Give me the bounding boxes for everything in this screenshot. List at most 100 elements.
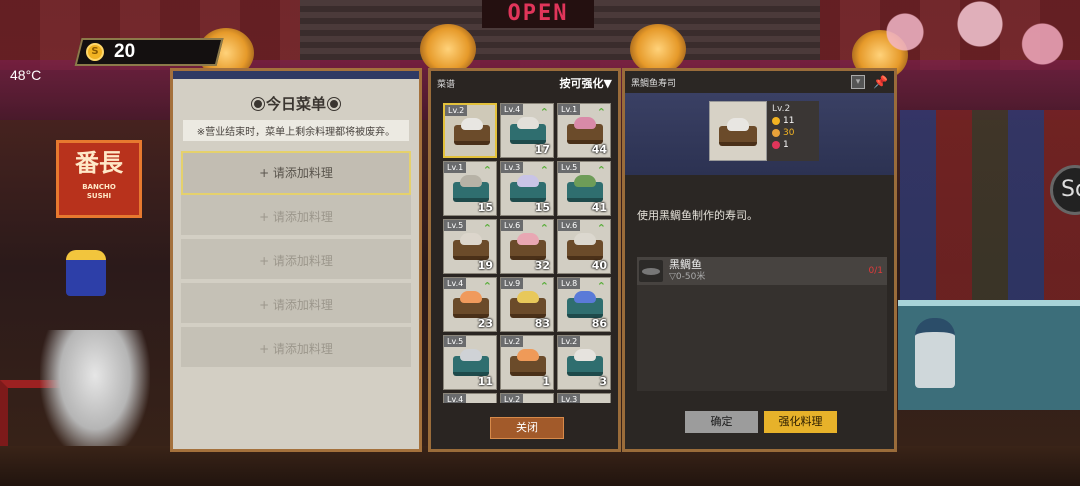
recipe-count: 1 [542,375,550,388]
recipe-card[interactable]: Lv.2 [500,393,554,403]
recipe-card[interactable]: Lv.2 3 [557,335,611,390]
stat-count: 1 [783,140,789,150]
recipe-card[interactable]: Lv.5 11 [443,335,497,390]
shop-signboard: 番長 BANCHO SUSHI [56,140,142,218]
recipe-card[interactable]: Lv.6 ⌃ 32 [500,219,554,274]
menu-slot-5[interactable]: + 请添加料理 [181,327,411,371]
recipe-level: Lv.6 [501,220,524,231]
recipe-panel: 菜谱 按可强化▼ Lv.2 Lv.4 ⌃ 17 Lv.1 ⌃ 44 Lv.1 ⌃ 15 Lv.3 ⌃ 1… [428,68,621,452]
chef-character [915,318,955,388]
recipe-header: 菜谱 按可强化▼ [431,71,618,95]
recipe-level: Lv.4 [444,394,467,403]
pin-icon[interactable]: 📌 [873,75,888,89]
sushi-icon [510,349,546,376]
menu-slot-3[interactable]: + 请添加料理 [181,239,411,283]
stat-taste: 30 [783,128,795,138]
recipe-card[interactable]: Lv.2 1 [500,335,554,390]
menu-note: ※营业结束时，菜单上剩余料理都将被废弃。 [183,120,409,141]
recipe-card[interactable]: Lv.2 [443,103,497,158]
ingredient-name: 黑鲷鱼 [669,258,702,271]
recipe-count: 40 [591,259,607,272]
menu-title-row: 今日菜单 [173,93,419,114]
stat-coin: 11 [783,116,795,126]
recipe-card[interactable]: Lv.1 ⌃ 44 [557,103,611,158]
panel-topbar [173,71,419,79]
ornament-icon [251,98,264,110]
upgrade-arrow-icon: ⌃ [596,106,606,119]
recipe-card[interactable]: Lv.4 ⌃ 23 [443,277,497,332]
recipe-level: Lv.2 [501,394,524,403]
sushi-icon [567,349,603,376]
confirm-button[interactable]: 确定 [685,411,758,433]
recipe-count: 3 [599,375,607,388]
upgrade-arrow-icon: ⌃ [596,222,606,235]
sushi-icon [510,175,546,202]
coin-amount: 20 [114,41,136,62]
recipe-card[interactable]: Lv.3 ⌃ 15 [500,161,554,216]
recipe-level: Lv.1 [444,162,467,173]
recipe-level: Lv.6 [558,220,581,231]
recipe-count: 41 [591,201,607,214]
upgrade-arrow-icon: ⌃ [539,164,549,177]
recipe-level: Lv.5 [444,336,467,347]
statue [40,330,150,460]
ingredient-depth: ▽0-50米 [669,272,706,282]
ingredient-row[interactable]: 黑鲷鱼 ▽0-50米 0/1 [637,257,887,285]
recipe-card[interactable]: Lv.4 ⌃ 17 [500,103,554,158]
upgrade-arrow-icon: ⌃ [596,280,606,293]
recipe-card[interactable]: Lv.9 ⌃ 83 [500,277,554,332]
upgrade-arrow-icon: ⌃ [482,280,492,293]
recipe-grid[interactable]: Lv.2 Lv.4 ⌃ 17 Lv.1 ⌃ 44 Lv.1 ⌃ 15 Lv.3 ⌃ 15 Lv.5 ⌃ 41 L… [443,103,617,403]
enhance-button[interactable]: 强化料理 [764,411,837,433]
dish-level: Lv.2 [772,104,791,114]
recipe-level: Lv.8 [558,278,581,289]
detail-header: 黑鲷鱼寿司 ▾ 📌 [625,71,894,93]
recipe-card[interactable]: Lv.4 [443,393,497,403]
sushi-icon [453,233,489,260]
recipe-card[interactable]: Lv.1 ⌃ 15 [443,161,497,216]
sushi-icon [567,175,603,202]
recipe-count: 44 [591,143,607,156]
sort-dropdown[interactable]: 按可强化▼ [560,75,612,91]
dish-description: 使用黑鲷鱼制作的寿司。 [637,209,758,222]
menu-slot-2[interactable]: + 请添加料理 [181,195,411,239]
menu-slot-1[interactable]: + 请添加料理 [181,151,411,195]
daruma-figure [66,250,106,296]
sushi-icon [510,233,546,260]
recipe-count: 17 [534,143,550,156]
upgrade-arrow-icon: ⌃ [539,222,549,235]
close-button[interactable]: 关闭 [490,417,564,439]
recipe-card[interactable]: Lv.3 [557,393,611,403]
today-menu-panel: 今日菜单 ※营业结束时，菜单上剩余料理都将被废弃。 + 请添加料理 + 请添加料… [170,68,422,452]
sushi-icon [567,233,603,260]
coin-icon [772,117,780,125]
recipe-card[interactable]: Lv.6 ⌃ 40 [557,219,611,274]
recipe-level: Lv.3 [558,394,581,403]
recipe-level: Lv.2 [501,336,524,347]
recipe-card[interactable]: Lv.8 ⌃ 86 [557,277,611,332]
lantern-center-right [630,24,686,74]
meat-icon [772,141,780,149]
recipe-count: 15 [534,201,550,214]
temperature-readout: 48°C [10,67,42,83]
menu-slot-4[interactable]: + 请添加料理 [181,283,411,327]
floor [0,446,1080,486]
sushi-icon [567,291,603,318]
fish-icon [639,260,663,282]
coin-counter: S 20 [74,38,224,66]
recipe-card[interactable]: Lv.5 ⌃ 19 [443,219,497,274]
recipe-level: Lv.3 [501,162,524,173]
upgrade-arrow-icon: ⌃ [539,106,549,119]
recipe-level: Lv.9 [501,278,524,289]
recipe-level: Lv.1 [558,104,581,115]
recipe-detail-panel: 黑鲷鱼寿司 ▾ 📌 Lv.2 11 30 1 使用黑鲷鱼制作的寿司。 黑鲷鱼 ▽… [622,68,897,452]
sushi-icon [453,291,489,318]
sushi-icon [510,291,546,318]
recipe-card[interactable]: Lv.5 ⌃ 41 [557,161,611,216]
collapse-icon[interactable]: ▾ [851,75,866,89]
recipe-count: 23 [477,317,493,330]
recipe-count: 86 [591,317,607,330]
sushi-icon [510,117,546,144]
recipe-count: 19 [477,259,493,272]
recipe-title: 菜谱 [437,79,456,90]
